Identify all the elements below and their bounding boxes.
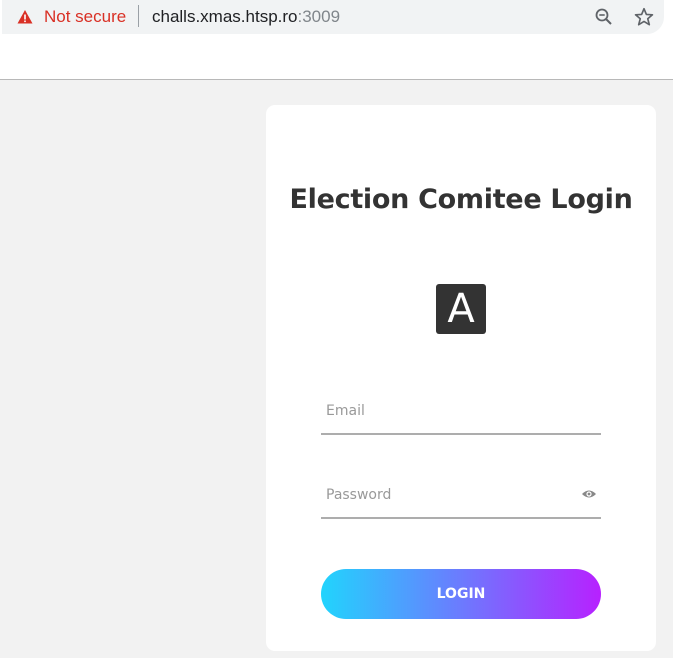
url-host: challs.xmas.htsp.ro: [152, 7, 298, 26]
logo-icon: A: [436, 284, 486, 334]
url-port: :3009: [297, 7, 341, 26]
star-icon[interactable]: [633, 6, 655, 28]
security-status-label[interactable]: Not secure: [44, 7, 126, 27]
email-field: [321, 391, 601, 435]
login-title: Election Comitee Login: [289, 184, 633, 215]
page-background: Election Comitee Login A LOGIN: [0, 80, 673, 658]
url-divider: [138, 5, 139, 27]
zoom-out-icon[interactable]: [594, 7, 614, 27]
login-button[interactable]: LOGIN: [321, 569, 601, 619]
login-card: Election Comitee Login A LOGIN: [266, 105, 656, 651]
password-field: [321, 475, 601, 519]
browser-toolbar: Not secure challs.xmas.htsp.ro:3009: [0, 0, 673, 80]
password-input[interactable]: [321, 475, 586, 515]
eye-icon[interactable]: [581, 488, 597, 500]
address-bar[interactable]: Not secure challs.xmas.htsp.ro:3009: [2, 0, 664, 34]
warning-icon[interactable]: [17, 9, 33, 25]
email-input[interactable]: [321, 391, 586, 431]
url-text[interactable]: challs.xmas.htsp.ro:3009: [152, 7, 340, 27]
